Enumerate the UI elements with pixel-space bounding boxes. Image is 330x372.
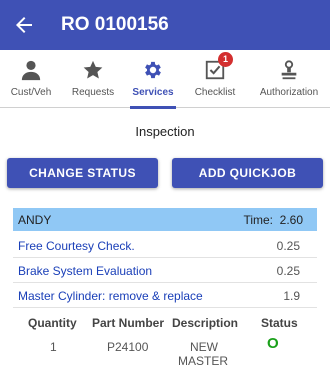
- gear-icon: [145, 61, 161, 79]
- page-title: RO 0100156: [61, 14, 169, 35]
- checklist-badge: 1: [218, 52, 233, 67]
- column-header-part-number: Part Number: [92, 316, 165, 330]
- active-tab-indicator: [130, 106, 176, 109]
- part-description-line1: NEW: [190, 340, 218, 354]
- part-status: O: [267, 335, 279, 352]
- tab-label: Cust/Veh: [10, 87, 52, 98]
- job-row[interactable]: Brake System Evaluation 0.25: [13, 258, 317, 283]
- tab-label: Requests: [71, 87, 115, 98]
- app-bar: RO 0100156: [0, 0, 330, 50]
- person-icon: [21, 60, 41, 81]
- tab-label: Checklist: [194, 87, 236, 98]
- job-row[interactable]: Free Courtesy Check. 0.25: [13, 233, 317, 258]
- technician-name: ANDY: [18, 213, 52, 227]
- tab-services[interactable]: Services: [124, 50, 182, 109]
- arrow-left-icon: [16, 17, 32, 33]
- column-header-status: Status: [261, 316, 298, 330]
- star-icon: [83, 60, 103, 79]
- job-hours: 1.9: [283, 289, 300, 303]
- job-name: Free Courtesy Check.: [18, 239, 135, 253]
- tab-label: Services: [132, 87, 174, 98]
- technician-row[interactable]: ANDY Time: 2.60: [13, 208, 317, 231]
- column-header-quantity: Quantity: [28, 316, 77, 330]
- tab-cust-veh[interactable]: Cust/Veh: [0, 50, 62, 108]
- add-quickjob-button[interactable]: ADD QUICKJOB: [172, 158, 323, 188]
- time-label: Time:: [243, 213, 273, 227]
- change-status-button[interactable]: CHANGE STATUS: [7, 158, 158, 188]
- part-quantity: 1: [50, 340, 57, 354]
- part-number: P24100: [107, 340, 149, 354]
- time-value: 2.60: [279, 213, 303, 227]
- section-title: Inspection: [135, 124, 195, 139]
- tab-bar: Cust/Veh Requests Services Checklist Aut…: [0, 50, 330, 109]
- job-row[interactable]: Master Cylinder: remove & replace 1.9: [13, 283, 317, 308]
- column-header-description: Description: [172, 316, 239, 330]
- job-hours: 0.25: [276, 264, 300, 278]
- job-name: Brake System Evaluation: [18, 264, 153, 278]
- tab-checklist[interactable]: Checklist: [182, 50, 248, 108]
- part-description-line2: MASTER: [178, 354, 229, 368]
- job-hours: 0.25: [276, 239, 300, 253]
- tab-label: Authorization: [259, 87, 319, 98]
- stamp-icon: [281, 60, 297, 80]
- back-button[interactable]: [12, 13, 36, 37]
- tab-requests[interactable]: Requests: [62, 50, 124, 108]
- job-name: Master Cylinder: remove & replace: [18, 289, 203, 303]
- tab-authorization[interactable]: Authorization: [248, 50, 330, 108]
